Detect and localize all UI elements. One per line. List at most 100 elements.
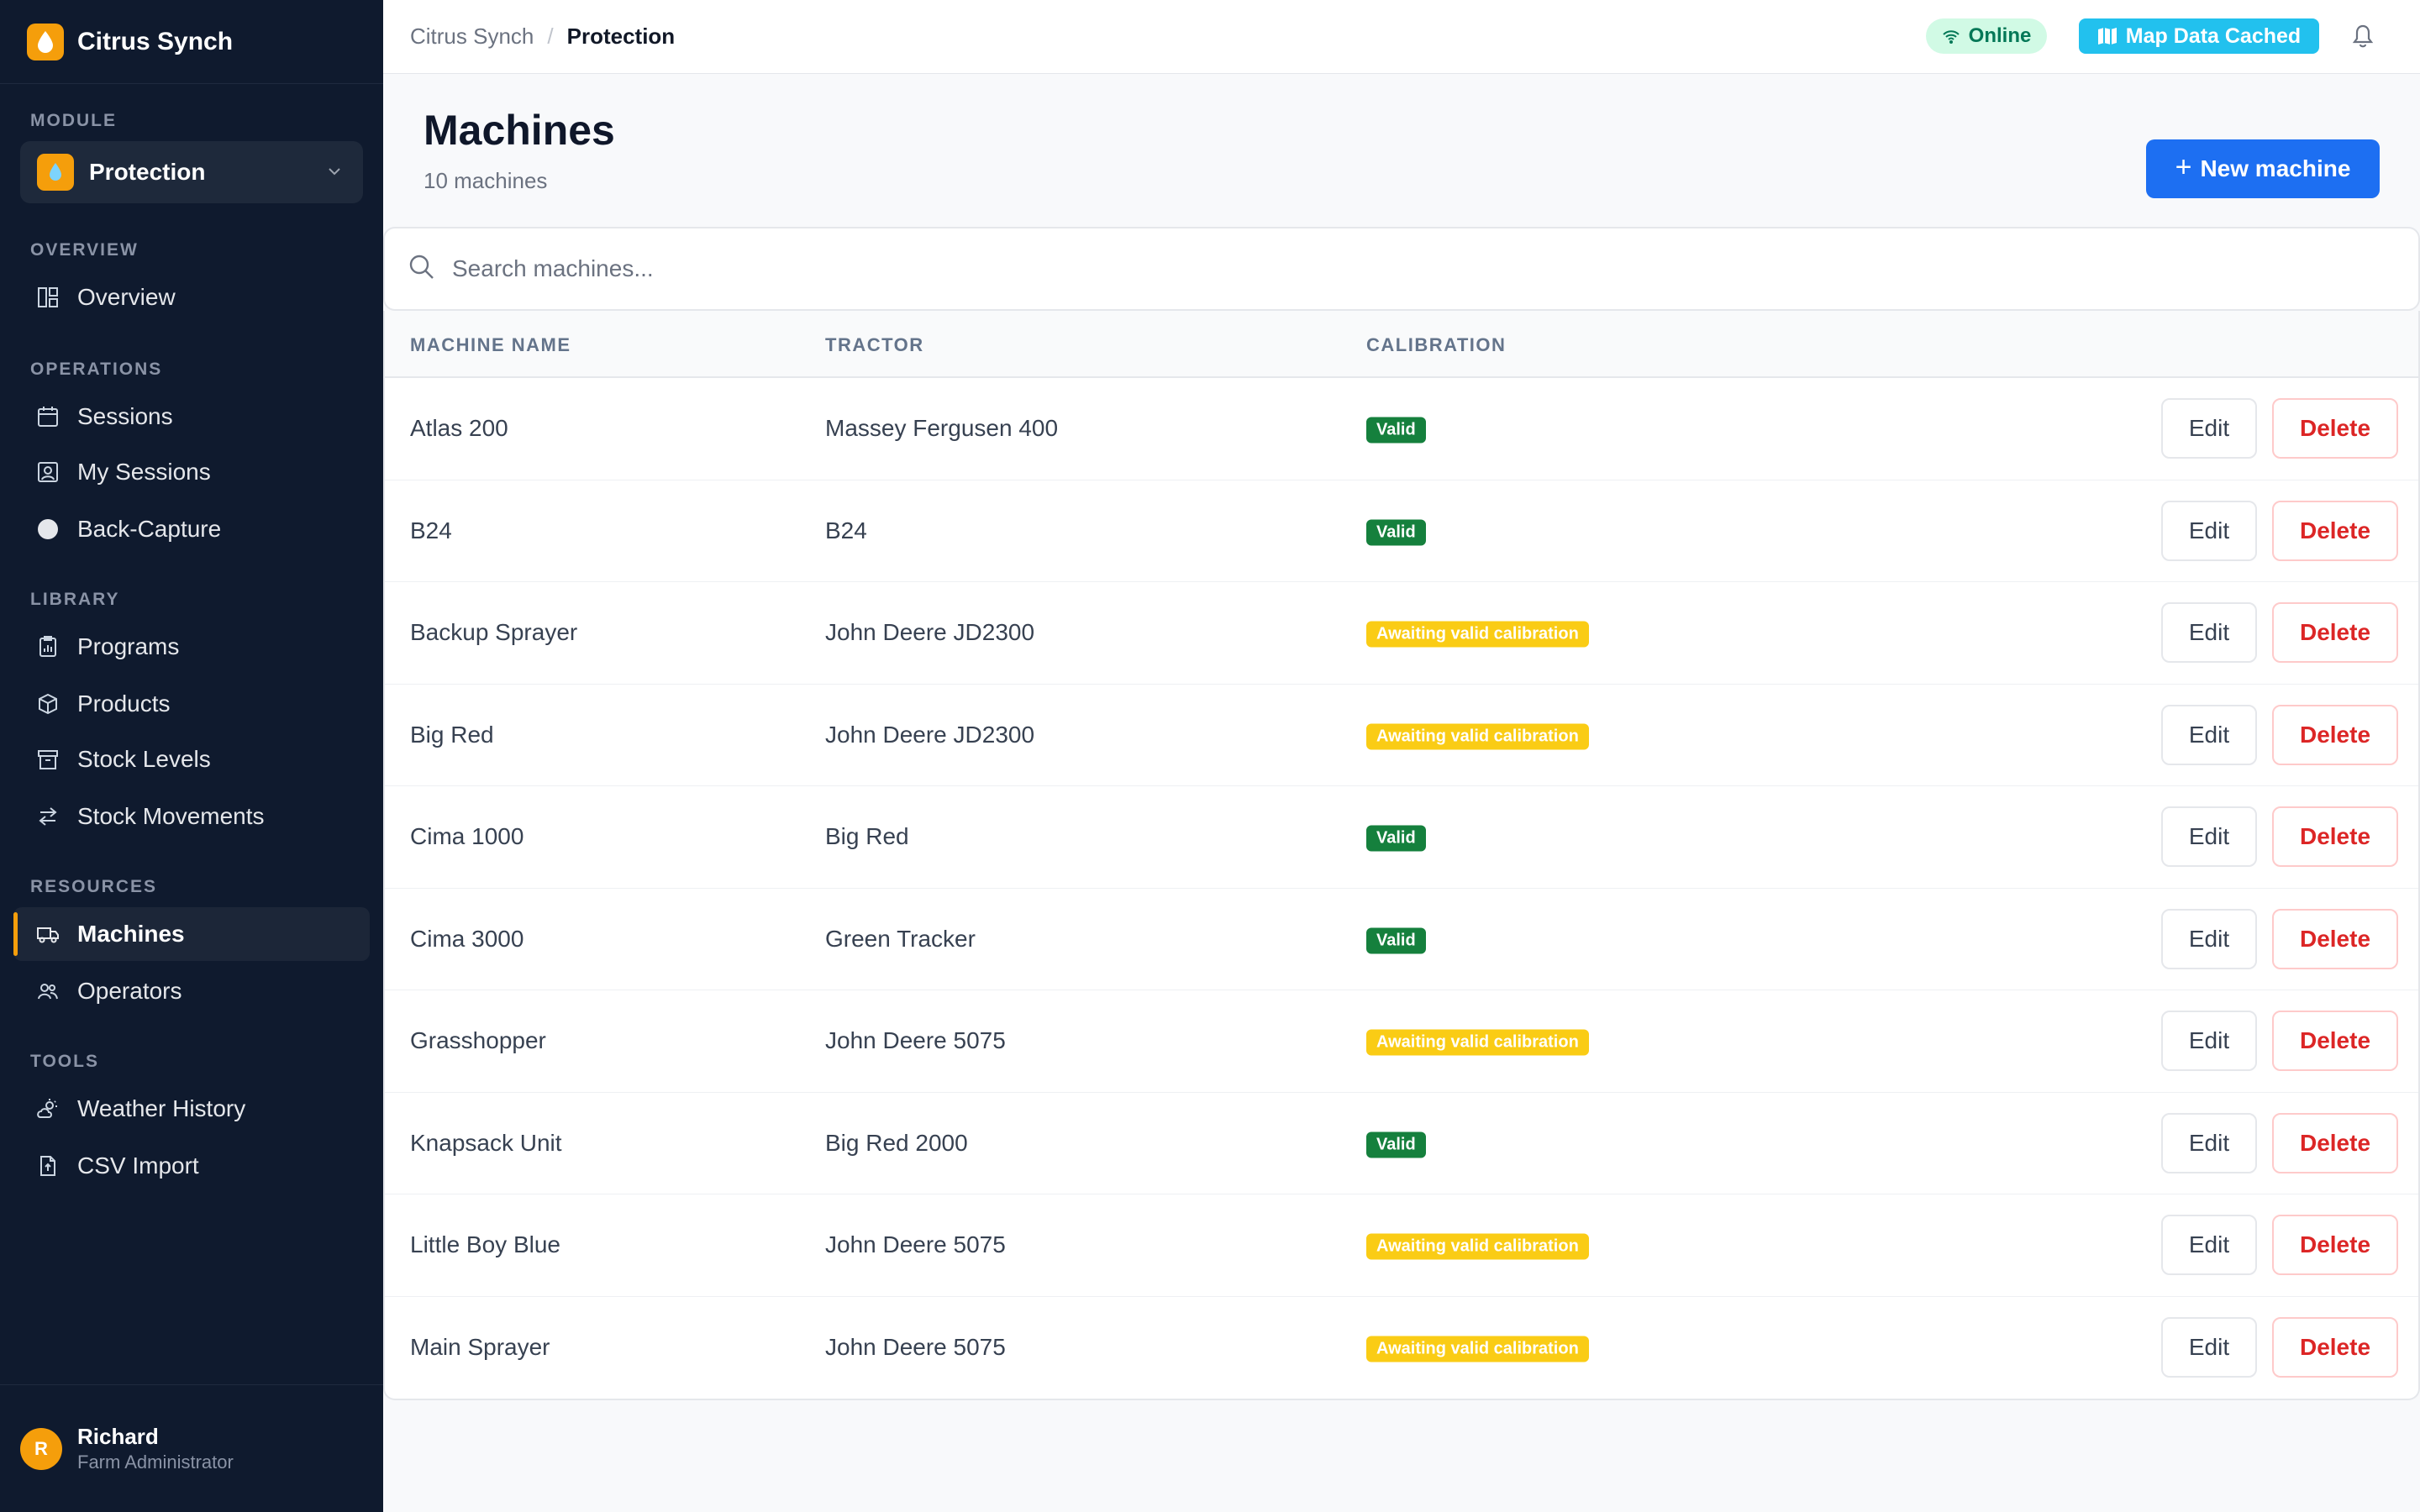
section-label-overview: OVERVIEW [30, 240, 139, 260]
calibration-status-badge: Awaiting valid calibration [1366, 1029, 1589, 1056]
sidebar-item-label: CSV Import [77, 1152, 199, 1179]
edit-button[interactable]: Edit [2161, 1011, 2257, 1072]
user-card-icon [35, 459, 60, 485]
delete-button[interactable]: Delete [2272, 398, 2398, 459]
sidebar-item-my-sessions[interactable]: My Sessions [13, 445, 370, 499]
edit-button[interactable]: Edit [2161, 500, 2257, 561]
search-icon [407, 252, 437, 286]
delete-button[interactable]: Delete [2272, 806, 2398, 868]
topbar: Citrus Synch / Protection Online Map Dat… [383, 0, 2420, 74]
edit-button[interactable]: Edit [2161, 704, 2257, 765]
sidebar-item-sessions[interactable]: Sessions [13, 390, 370, 444]
search-input[interactable] [452, 255, 1460, 282]
sidebar-item-back-capture[interactable]: Back-Capture [13, 502, 370, 556]
calibration-status-badge: Awaiting valid calibration [1366, 723, 1589, 750]
tractor-cell: John Deere JD2300 [825, 721, 1035, 748]
user-role: Farm Administrator [77, 1452, 234, 1473]
delete-button[interactable]: Delete [2272, 500, 2398, 561]
edit-button[interactable]: Edit [2161, 398, 2257, 459]
edit-button[interactable]: Edit [2161, 1317, 2257, 1378]
section-label-resources: RESOURCES [30, 877, 158, 896]
wifi-icon [1942, 29, 1960, 44]
sidebar-item-label: Sessions [77, 403, 173, 429]
delete-button[interactable]: Delete [2272, 1011, 2398, 1072]
new-machine-button[interactable]: + New machine [2146, 139, 2380, 198]
edit-button[interactable]: Edit [2161, 806, 2257, 868]
delete-button[interactable]: Delete [2272, 1112, 2398, 1173]
table-row: Cima 3000 Green Tracker Valid Edit Delet… [385, 889, 2418, 990]
sidebar-item-label: Back-Capture [77, 516, 222, 542]
calibration-cell: Awaiting valid calibration [1366, 720, 1589, 750]
tractor-cell: John Deere JD2300 [825, 619, 1035, 646]
archive-icon [35, 747, 60, 772]
section-label-operations: OPERATIONS [30, 360, 163, 379]
machine-name-cell: Knapsack Unit [410, 1129, 562, 1156]
table-row: Cima 1000 Big Red Valid Edit Delete [385, 786, 2418, 889]
tractor-cell: Massey Fergusen 400 [825, 415, 1059, 442]
sidebar-item-products[interactable]: Products [13, 677, 370, 731]
column-header-machine-name[interactable]: MACHINE NAME [410, 334, 571, 356]
machine-name-cell: B24 [410, 517, 452, 543]
calibration-cell: Valid [1366, 822, 1426, 852]
calibration-cell: Awaiting valid calibration [1366, 1026, 1589, 1056]
plus-icon: + [2175, 150, 2192, 183]
edit-button[interactable]: Edit [2161, 1112, 2257, 1173]
sidebar-item-programs[interactable]: Programs [13, 620, 370, 674]
new-machine-label: New machine [2200, 155, 2351, 181]
table-row: Big Red John Deere JD2300 Awaiting valid… [385, 685, 2418, 786]
tractor-cell: John Deere 5075 [825, 1231, 1006, 1258]
user-name: Richard [77, 1424, 159, 1449]
map-cache-status-label: Map Data Cached [2125, 24, 2302, 48]
delete-button[interactable]: Delete [2272, 602, 2398, 664]
sidebar-item-weather-history[interactable]: Weather History [13, 1082, 370, 1136]
notifications-bell-icon[interactable] [2348, 20, 2378, 55]
map-icon [2097, 27, 2118, 45]
brand[interactable]: Citrus Synch [0, 0, 383, 84]
edit-button[interactable]: Edit [2161, 908, 2257, 969]
calibration-cell: Awaiting valid calibration [1366, 1231, 1589, 1260]
citrus-drop-logo-icon [27, 23, 64, 60]
sidebar-item-label: Stock Levels [77, 746, 211, 772]
table-row: Backup Sprayer John Deere JD2300 Awaitin… [385, 582, 2418, 685]
delete-button[interactable]: Delete [2272, 1317, 2398, 1378]
delete-button[interactable]: Delete [2272, 908, 2398, 969]
machine-name-cell: Main Sprayer [410, 1334, 550, 1361]
calibration-status-badge: Awaiting valid calibration [1366, 1336, 1589, 1362]
breadcrumb-item-app[interactable]: Citrus Synch [410, 24, 534, 50]
online-status-label: Online [1968, 24, 2032, 47]
sidebar-item-csv-import[interactable]: CSV Import [13, 1139, 370, 1193]
avatar: R [20, 1427, 62, 1470]
sidebar-item-stock-levels[interactable]: Stock Levels [13, 732, 370, 786]
module-selector[interactable]: Protection [20, 141, 363, 203]
section-label-library: LIBRARY [30, 590, 120, 609]
table-body: Atlas 200 Massey Fergusen 400 Valid Edit… [385, 378, 2418, 1399]
table-row: Atlas 200 Massey Fergusen 400 Valid Edit… [385, 378, 2418, 480]
sidebar-item-machines[interactable]: Machines [13, 907, 370, 961]
machine-name-cell: Cima 1000 [410, 823, 524, 850]
machine-name-cell: Cima 3000 [410, 925, 524, 952]
user-profile[interactable]: R Richard Farm Administrator [0, 1384, 383, 1512]
table-header: MACHINE NAME TRACTOR CALIBRATION [385, 311, 2418, 378]
edit-button[interactable]: Edit [2161, 602, 2257, 664]
sidebar-item-overview[interactable]: Overview [13, 270, 370, 324]
column-header-calibration[interactable]: CALIBRATION [1366, 334, 1506, 356]
edit-button[interactable]: Edit [2161, 1215, 2257, 1276]
breadcrumb-separator: / [547, 24, 554, 49]
tractor-cell: Big Red 2000 [825, 1129, 968, 1156]
delete-button[interactable]: Delete [2272, 704, 2398, 765]
sidebar-item-label: Weather History [77, 1095, 246, 1121]
calibration-cell: Awaiting valid calibration [1366, 618, 1589, 648]
column-header-tractor[interactable]: TRACTOR [825, 334, 924, 356]
calibration-cell: Awaiting valid calibration [1366, 1333, 1589, 1362]
file-upload-icon [35, 1153, 60, 1179]
delete-button[interactable]: Delete [2272, 1215, 2398, 1276]
cloud-sun-icon [35, 1096, 60, 1121]
tractor-cell: Big Red [825, 823, 909, 850]
machine-count: 10 machines [424, 168, 548, 193]
sidebar-item-stock-movements[interactable]: Stock Movements [13, 790, 370, 843]
circle-icon [35, 517, 60, 542]
sidebar-item-label: Machines [77, 921, 185, 947]
sidebar-item-operators[interactable]: Operators [13, 964, 370, 1018]
table-row: Little Boy Blue John Deere 5075 Awaiting… [385, 1194, 2418, 1297]
calibration-status-badge: Awaiting valid calibration [1366, 621, 1589, 648]
